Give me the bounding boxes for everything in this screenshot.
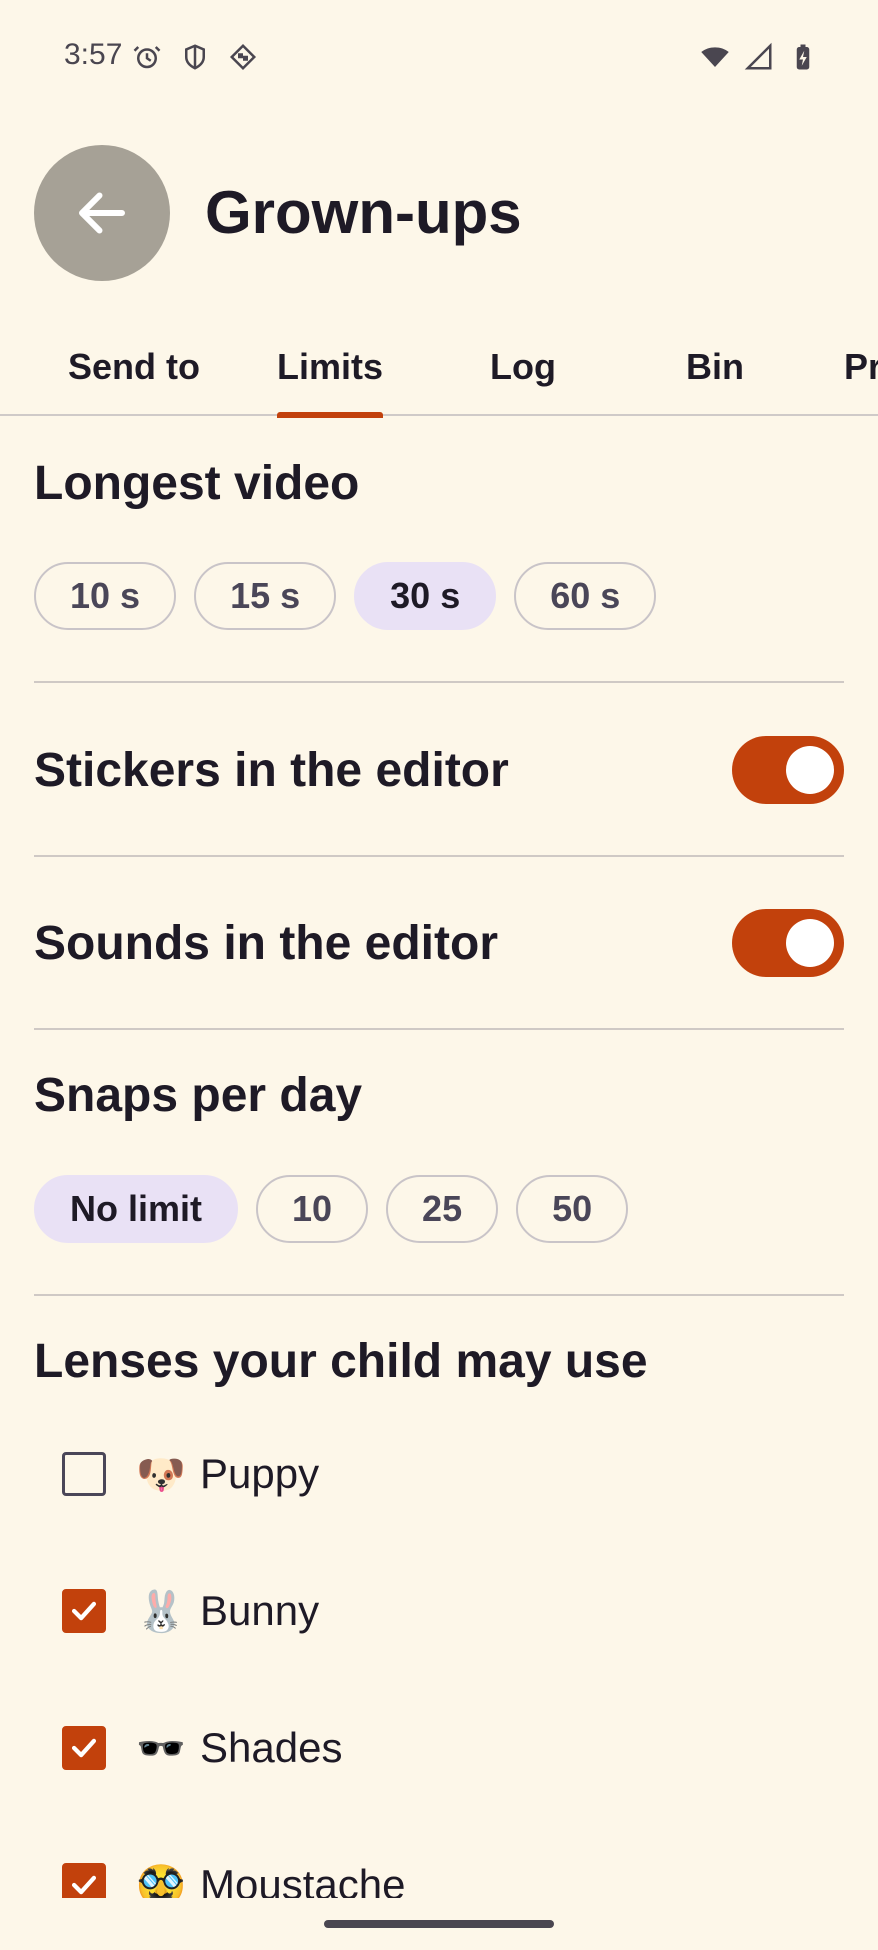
checkbox[interactable]: [62, 1589, 106, 1633]
longest-video-title: Longest video: [34, 457, 360, 510]
vpn-diamond-icon: [226, 40, 260, 74]
divider: [34, 681, 844, 683]
tab-send-to[interactable]: Send to: [68, 346, 200, 416]
lens-item-shades[interactable]: 🕶️ Shades: [62, 1718, 342, 1778]
chip-10s[interactable]: 10 s: [34, 562, 177, 630]
back-button[interactable]: [34, 145, 170, 281]
arrow-left-icon: [79, 192, 125, 234]
chip-15s[interactable]: 15 s: [194, 562, 337, 630]
tab-log[interactable]: Log: [490, 346, 556, 416]
chip-10[interactable]: 10: [256, 1175, 369, 1243]
snaps-per-day-title: Snaps per day: [34, 1069, 363, 1122]
alarm-icon: [130, 40, 164, 74]
divider: [34, 1028, 844, 1030]
sounds-label: Sounds in the editor: [34, 916, 498, 970]
snaps-per-day-chips: No limit 10 25 50: [34, 1175, 629, 1243]
longest-video-chips: 10 s 15 s 30 s 60 s: [34, 562, 657, 630]
lens-item-puppy[interactable]: 🐶 Puppy: [62, 1444, 319, 1504]
status-time: 3:57: [64, 38, 123, 71]
lens-name: Shades: [200, 1724, 343, 1771]
checkbox[interactable]: [62, 1726, 106, 1770]
chip-no-limit[interactable]: No limit: [34, 1175, 238, 1243]
battery-charging-icon: [786, 40, 820, 74]
checkbox[interactable]: [62, 1452, 106, 1496]
lenses-title: Lenses your child may use: [34, 1335, 648, 1388]
chip-25[interactable]: 25: [386, 1175, 499, 1243]
lens-name: Bunny: [200, 1587, 320, 1634]
tab-bar: Send to Limits Log Bin Pr: [0, 330, 878, 418]
check-icon: [71, 1875, 97, 1895]
lens-name: Puppy: [200, 1450, 320, 1497]
shield-icon: [178, 40, 212, 74]
chip-50[interactable]: 50: [516, 1175, 629, 1243]
bunny-icon: 🐰: [136, 1589, 186, 1634]
wifi-icon: [698, 40, 732, 74]
chip-60s[interactable]: 60 s: [514, 562, 657, 630]
toggle-knob: [786, 746, 834, 794]
home-indicator[interactable]: [324, 1920, 554, 1928]
puppy-icon: 🐶: [136, 1452, 186, 1497]
stickers-label: Stickers in the editor: [34, 743, 509, 797]
divider: [34, 1294, 844, 1296]
chip-30s[interactable]: 30 s: [354, 562, 497, 630]
lens-item-bunny[interactable]: 🐰 Bunny: [62, 1581, 319, 1641]
toggle-knob: [786, 919, 834, 967]
check-icon: [71, 1738, 97, 1758]
page-title: Grown-ups: [205, 179, 522, 246]
tab-limits[interactable]: Limits: [277, 346, 384, 418]
status-bar: 3:57: [0, 0, 878, 110]
sounds-toggle[interactable]: [732, 909, 844, 977]
sounds-row: Sounds in the editor: [34, 909, 844, 977]
stickers-toggle[interactable]: [732, 736, 844, 804]
sunglasses-icon: 🕶️: [136, 1726, 186, 1771]
stickers-row: Stickers in the editor: [34, 736, 844, 804]
cell-signal-icon: [742, 40, 776, 74]
tab-profile[interactable]: Pr: [844, 346, 878, 416]
divider: [34, 855, 844, 857]
tab-bin[interactable]: Bin: [686, 346, 744, 416]
check-icon: [71, 1601, 97, 1621]
